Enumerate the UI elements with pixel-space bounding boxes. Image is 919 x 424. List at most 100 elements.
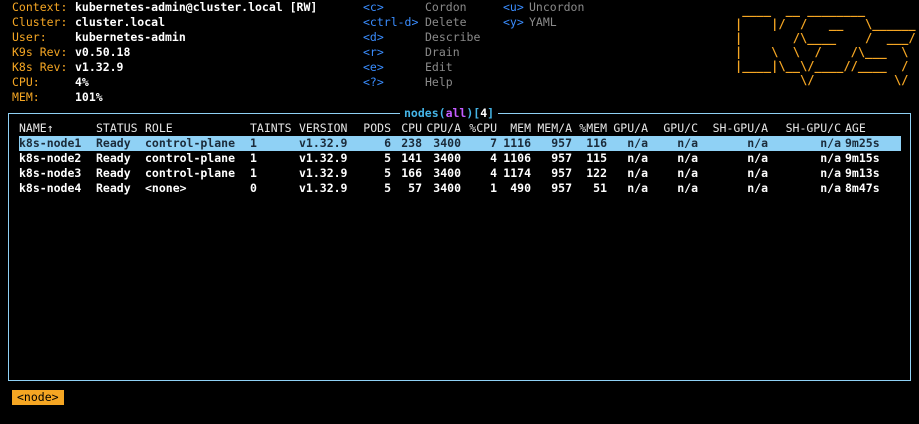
shortcut-list-secondary: <u> Uncordon <y> YAML (503, 0, 584, 30)
info-value: 4% (75, 75, 89, 89)
shortcut-key: <d> (363, 30, 384, 44)
table-cell: 1 (250, 136, 257, 150)
column-header[interactable]: MEM/A (535, 121, 572, 136)
table-cell: n/a (677, 151, 698, 165)
shortcut-key: <?> (363, 75, 384, 89)
table-cell: n/a (627, 136, 648, 150)
shortcut-desc: Describe (425, 30, 481, 44)
resource-name: nodes (404, 106, 439, 120)
table-cell: 57 (408, 181, 422, 195)
nodes-table: NAME↑ STATUS ROLE TAINTS VERSION PODS CPU CPU/A… (19, 121, 901, 196)
shortcut-desc: Uncordon (529, 0, 585, 14)
shortcut-desc: Help (425, 75, 453, 89)
table-cell: 957 (551, 136, 572, 150)
table-header: NAME↑ STATUS ROLE TAINTS VERSION PODS CPU CPU/A… (19, 121, 901, 136)
table-cell: control-plane (145, 151, 236, 165)
table-cell: Ready (96, 181, 131, 195)
table-row[interactable]: k8s-node4 Ready <none> 0 v1.32.9 5 57 3400 1 490 9… (19, 181, 901, 196)
shortcut-key: <c> (363, 0, 384, 14)
table-cell: 122 (586, 166, 607, 180)
column-header[interactable]: SH-GPU/A (709, 121, 768, 136)
table-cell: 166 (401, 166, 422, 180)
column-header[interactable]: VERSION (299, 121, 361, 136)
table-cell: n/a (677, 181, 698, 195)
column-header[interactable]: CPU (391, 121, 422, 136)
cluster-info: Context: kubernetes-admin@cluster.local [… (12, 0, 317, 105)
shortcut-desc: Edit (425, 60, 453, 74)
info-label: MEM: (12, 90, 40, 104)
shortcut-item[interactable]: <ctrl-d> Delete (363, 15, 480, 30)
table-cell: 1 (250, 151, 257, 165)
shortcut-item[interactable]: <d> Describe (363, 30, 480, 45)
column-header[interactable]: PODS (361, 121, 391, 136)
k9s-logo: ____ __ ________ | |/ / __ \______ | /\_… (735, 3, 916, 87)
table-cell: 1 (250, 166, 257, 180)
namespace-filter: all (445, 106, 467, 120)
table-cell: k8s-node3 (19, 166, 82, 180)
shortcut-key: <u> (503, 0, 524, 14)
table-cell: k8s-node1 (19, 136, 82, 150)
shortcut-key: <ctrl-d> (363, 15, 419, 29)
table-cell: 5 (384, 166, 391, 180)
table-cell: 238 (401, 136, 422, 150)
breadcrumb[interactable]: <node> (12, 390, 64, 405)
table-cell: 1106 (503, 151, 531, 165)
shortcut-item[interactable]: <y> YAML (503, 15, 584, 30)
table-cell: 1174 (503, 166, 531, 180)
table-cell: 141 (401, 151, 422, 165)
column-header[interactable]: ROLE (145, 121, 245, 136)
info-row: MEM: 101% (12, 90, 317, 105)
column-header[interactable]: CPU/A (423, 121, 461, 136)
shortcut-item[interactable]: <?> Help (363, 75, 480, 90)
table-row[interactable]: k8s-node2 Ready control-plane 1 v1.32.9 5 141 3… (19, 151, 901, 166)
table-cell: 7 (490, 136, 497, 150)
shortcut-item[interactable]: <r> Drain (363, 45, 480, 60)
shortcut-desc: Drain (425, 45, 460, 59)
table-cell: n/a (820, 151, 841, 165)
table-cell: n/a (627, 151, 648, 165)
info-row: Cluster: cluster.local (12, 15, 317, 30)
shortcut-item[interactable]: <c> Cordon (363, 0, 480, 15)
table-cell: n/a (677, 166, 698, 180)
info-value: cluster.local (75, 15, 166, 29)
table-cell: n/a (747, 136, 768, 150)
info-label: Context: (12, 0, 68, 14)
table-cell: 3400 (433, 166, 461, 180)
shortcut-item[interactable]: <e> Edit (363, 60, 480, 75)
column-header[interactable]: GPU/A (612, 121, 648, 136)
table-cell: n/a (627, 166, 648, 180)
table-cell: Ready (96, 136, 131, 150)
column-header[interactable]: STATUS (96, 121, 144, 136)
table-cell: 1 (490, 181, 497, 195)
column-header[interactable]: %CPU (465, 121, 497, 136)
info-value: v0.50.18 (75, 45, 131, 59)
shortcut-list: <c> Cordon <ctrl-d> Delete <d> Describe <r> Dra… (363, 0, 480, 90)
table-row[interactable]: k8s-node3 Ready control-plane 1 v1.32.9 5 166 3… (19, 166, 901, 181)
column-header[interactable]: NAME↑ (19, 121, 89, 136)
table-cell: control-plane (145, 136, 236, 150)
shortcut-key: <r> (363, 45, 384, 59)
info-label: CPU: (12, 75, 40, 89)
shortcut-desc: Delete (425, 15, 467, 29)
column-header[interactable]: %MEM (576, 121, 607, 136)
info-row: K9s Rev: v0.50.18 (12, 45, 317, 60)
table-cell: 4 (490, 151, 497, 165)
table-cell: 3400 (433, 151, 461, 165)
table-cell: n/a (747, 166, 768, 180)
shortcut-item[interactable]: <u> Uncordon (503, 0, 584, 15)
column-header[interactable]: TAINTS (250, 121, 292, 136)
table-cell: 9m13s (845, 166, 880, 180)
table-cell: n/a (677, 136, 698, 150)
shortcut-key: <e> (363, 60, 384, 74)
table-cell: 9m15s (845, 151, 880, 165)
table-cell: 957 (551, 181, 572, 195)
column-header[interactable]: SH-GPU/C (779, 121, 841, 136)
table-cell: 1116 (503, 136, 531, 150)
info-label: User: (12, 30, 47, 44)
column-header[interactable]: GPU/C (660, 121, 698, 136)
table-row[interactable]: k8s-node1 Ready control-plane 1 v1.32.9 6 238 3… (19, 136, 901, 151)
column-header[interactable]: AGE (845, 121, 895, 136)
table-cell: n/a (820, 136, 841, 150)
info-value: kubernetes-admin@cluster.local [RW] (75, 0, 318, 14)
column-header[interactable]: MEM (499, 121, 531, 136)
